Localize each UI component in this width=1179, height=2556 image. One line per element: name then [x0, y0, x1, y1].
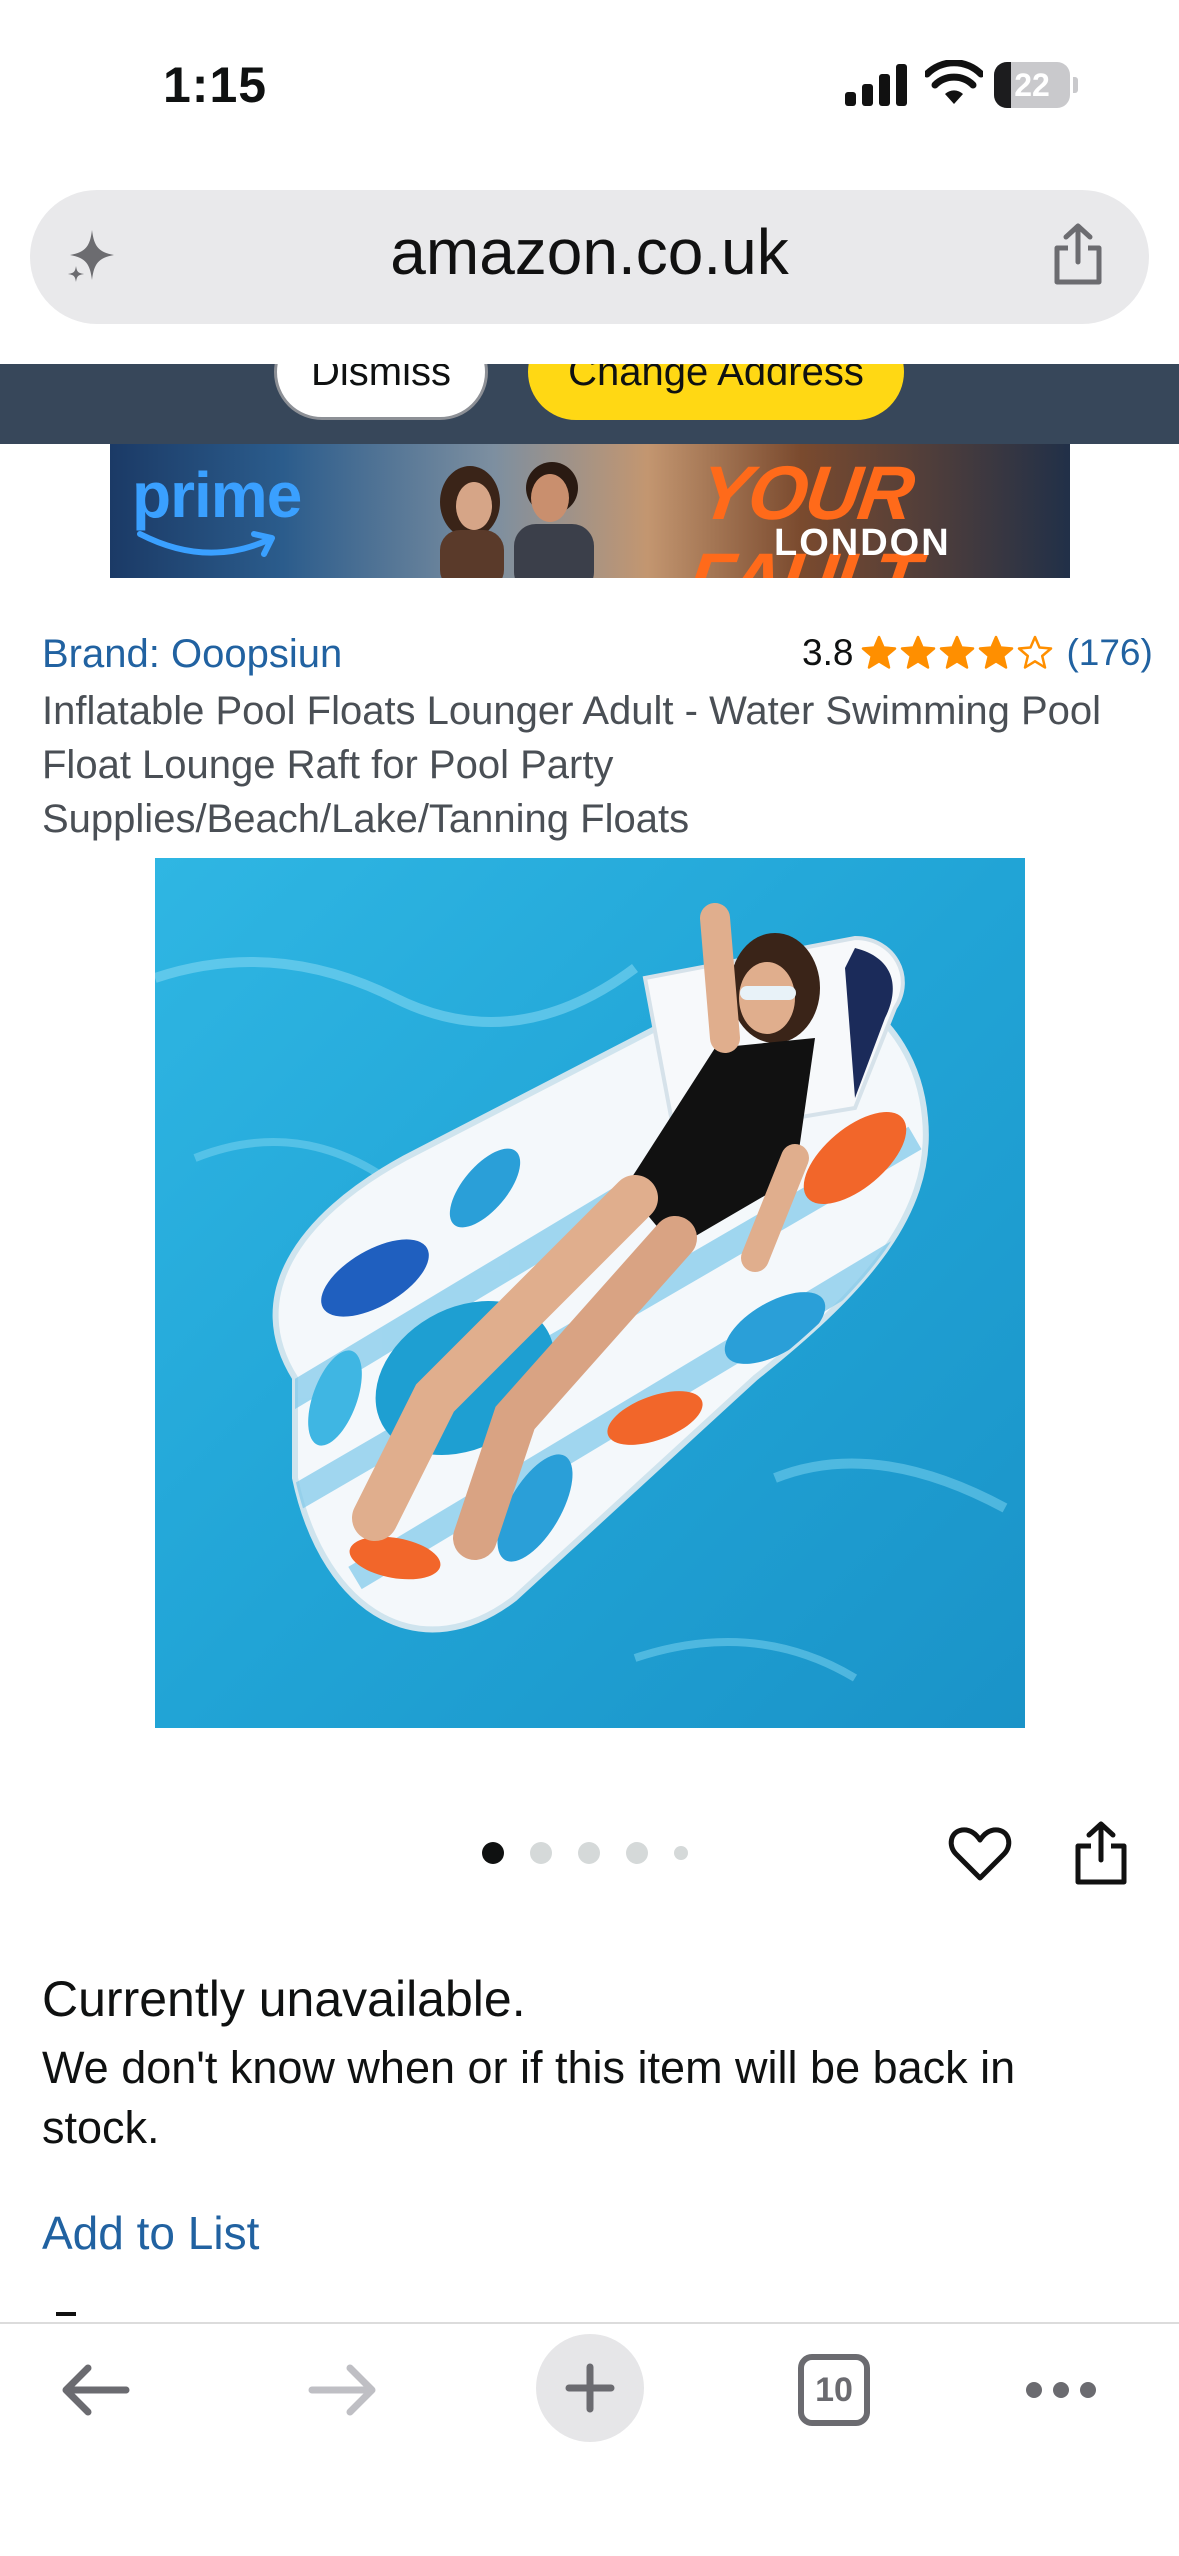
rating-stars	[861, 635, 1056, 671]
image-carousel-dots[interactable]	[482, 1842, 714, 1864]
wifi-icon	[925, 60, 983, 104]
star-full-icon	[940, 635, 975, 669]
partially-hidden-icon	[56, 2312, 76, 2316]
tabs-count[interactable]: 10	[798, 2354, 870, 2426]
carousel-dot[interactable]	[674, 1846, 688, 1860]
carousel-dot[interactable]	[626, 1842, 648, 1864]
status-time: 1:15	[163, 57, 268, 113]
availability-message: We don't know when or if this item will …	[42, 2042, 1016, 2153]
availability-heading: Currently unavailable.	[42, 1971, 526, 2027]
brand-link[interactable]: Brand: Ooopsiun	[42, 632, 342, 677]
carousel-dot[interactable]	[578, 1842, 600, 1864]
product-title: Inflatable Pool Floats Lounger Adult - W…	[42, 689, 1102, 841]
product-image[interactable]	[155, 858, 1025, 1728]
carousel-dot[interactable]	[482, 1842, 504, 1864]
share-icon[interactable]	[1048, 222, 1108, 288]
ad-couple-image	[440, 462, 594, 578]
prime-video-ad-banner[interactable]: prime YOUR FAULT LONDON	[110, 444, 1070, 578]
battery-indicator: 22	[994, 62, 1078, 108]
ad-subtitle: LONDON	[774, 522, 951, 564]
cellular-signal-icon	[845, 64, 907, 106]
share-icon[interactable]	[1072, 1820, 1130, 1886]
heart-icon[interactable]	[948, 1822, 1012, 1886]
star-full-icon	[901, 635, 936, 669]
star-partial-icon	[979, 635, 1014, 669]
star-empty-icon	[1018, 635, 1053, 669]
prime-smile-logo	[137, 531, 275, 557]
rating-count[interactable]: (176)	[1066, 632, 1152, 674]
change-address-button[interactable]: Change Address	[528, 364, 904, 420]
url-text[interactable]: amazon.co.uk	[0, 215, 1179, 289]
star-full-icon	[862, 635, 897, 669]
rating-value: 3.8	[802, 632, 854, 673]
back-arrow-icon[interactable]	[58, 2360, 132, 2420]
plus-icon	[565, 2363, 615, 2413]
ellipsis-icon[interactable]	[1024, 2376, 1098, 2404]
carousel-dot[interactable]	[530, 1842, 552, 1864]
dismiss-button[interactable]: Dismiss	[274, 364, 488, 420]
prime-logo-text: prime	[132, 459, 302, 531]
delivery-notice-bar: Dismiss Change Address	[0, 364, 1179, 444]
new-tab-button[interactable]	[536, 2334, 644, 2442]
forward-arrow-icon[interactable]	[306, 2360, 380, 2420]
rating-summary[interactable]: 3.8 (176)	[802, 628, 1153, 678]
add-to-list-link[interactable]: Add to List	[42, 2206, 259, 2260]
battery-level: 22	[1014, 67, 1050, 103]
